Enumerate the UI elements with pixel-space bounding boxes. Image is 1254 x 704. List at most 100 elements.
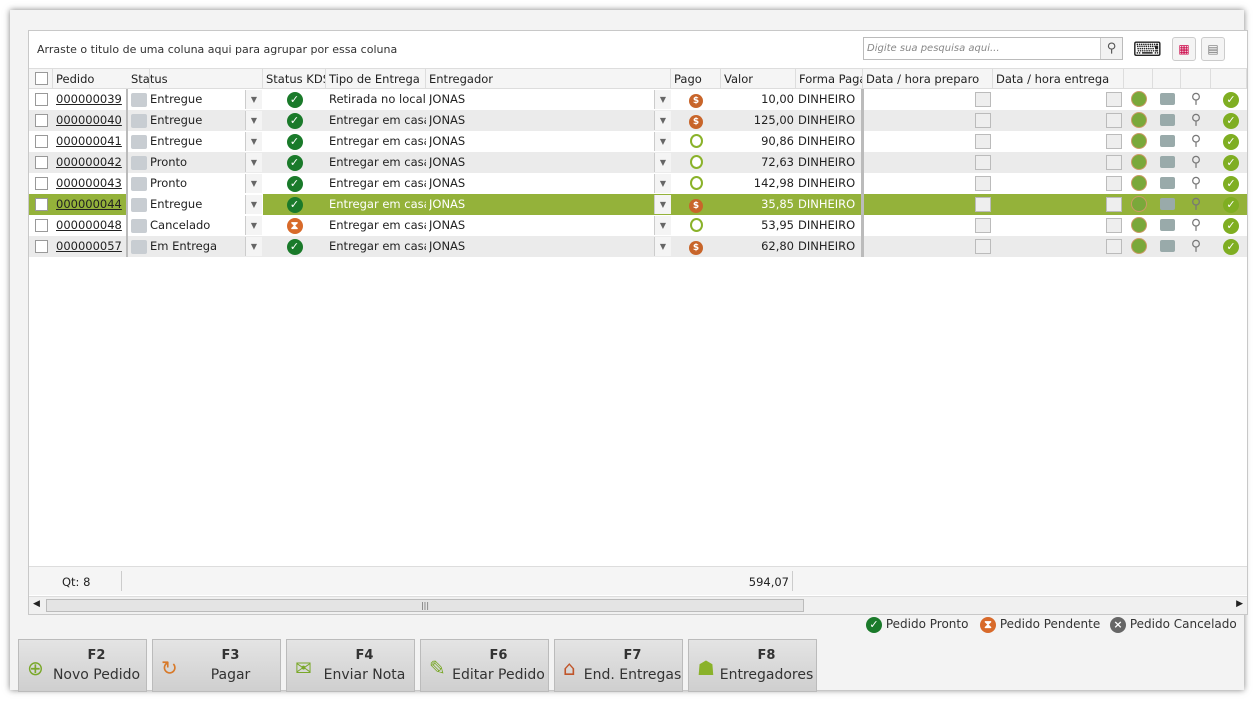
- leaf-icon[interactable]: [1131, 154, 1147, 170]
- icon-column-header[interactable]: [1211, 69, 1247, 89]
- horizontal-scrollbar[interactable]: ◀ ||| ▶: [29, 596, 1247, 614]
- order-link[interactable]: 000000057: [56, 239, 122, 253]
- button-f3[interactable]: ↻ F3 Pagar: [152, 639, 281, 692]
- column-header[interactable]: Valor: [721, 69, 796, 89]
- printer-icon[interactable]: [1159, 240, 1175, 252]
- status-select[interactable]: Entregue ▼: [128, 110, 263, 131]
- status-select[interactable]: Pronto ▼: [128, 173, 263, 194]
- row-checkbox[interactable]: [35, 114, 48, 127]
- row-checkbox[interactable]: [35, 177, 48, 190]
- chevron-down-icon[interactable]: ▼: [245, 111, 262, 130]
- map-person-icon[interactable]: ⚲: [1191, 236, 1201, 257]
- printer-icon[interactable]: [1159, 93, 1175, 105]
- confirm-check-icon[interactable]: ✓: [1223, 176, 1239, 192]
- column-header[interactable]: Data / hora entrega: [993, 69, 1124, 89]
- chevron-down-icon[interactable]: ▼: [245, 237, 262, 256]
- map-person-icon[interactable]: ⚲: [1191, 110, 1201, 131]
- calendar-grid-icon[interactable]: ▦: [1172, 37, 1196, 61]
- row-checkbox[interactable]: [35, 240, 48, 253]
- scrollbar-thumb[interactable]: |||: [46, 599, 804, 612]
- button-f8[interactable]: ☗ F8 Entregadores: [688, 639, 817, 692]
- confirm-check-icon[interactable]: ✓: [1223, 239, 1239, 255]
- map-person-icon[interactable]: ⚲: [1191, 215, 1201, 236]
- map-person-icon[interactable]: ⚲: [1191, 89, 1201, 110]
- button-f6[interactable]: ✎ F6 Editar Pedido: [420, 639, 549, 692]
- status-select[interactable]: Entregue ▼: [128, 131, 263, 152]
- keyboard-icon[interactable]: ⌨: [1133, 39, 1163, 59]
- table-row[interactable]: 000000040 Entregue ▼ ✓ Entregar em casa J…: [29, 110, 1247, 131]
- calendar-icon[interactable]: [975, 92, 991, 107]
- chevron-down-icon[interactable]: ▼: [654, 216, 671, 235]
- calendar-icon[interactable]: [975, 134, 991, 149]
- search-icon[interactable]: ⚲: [1100, 38, 1122, 59]
- map-person-icon[interactable]: ⚲: [1191, 131, 1201, 152]
- calendar-icon[interactable]: [1106, 239, 1122, 254]
- leaf-icon[interactable]: [1131, 133, 1147, 149]
- order-link[interactable]: 000000043: [56, 176, 122, 190]
- courier-select[interactable]: JONAS ▼: [429, 173, 671, 194]
- order-link[interactable]: 000000044: [56, 197, 122, 211]
- row-checkbox[interactable]: [35, 93, 48, 106]
- table-row[interactable]: 000000043 Pronto ▼ ✓ Entregar em casa JON…: [29, 173, 1247, 194]
- row-checkbox[interactable]: [35, 219, 48, 232]
- chevron-down-icon[interactable]: ▼: [245, 174, 262, 193]
- column-header[interactable]: Tipo de Entrega: [326, 69, 426, 89]
- chevron-down-icon[interactable]: ▼: [245, 195, 262, 214]
- table-row[interactable]: 000000044 Entregue ▼ ✓ Entregar em casa J…: [29, 194, 1247, 215]
- icon-column-header[interactable]: [1153, 69, 1181, 89]
- order-link[interactable]: 000000041: [56, 134, 122, 148]
- leaf-icon[interactable]: [1131, 238, 1147, 254]
- status-select[interactable]: Entregue ▼: [128, 89, 263, 110]
- courier-select[interactable]: JONAS ▼: [429, 152, 671, 173]
- courier-select[interactable]: JONAS ▼: [429, 194, 671, 215]
- calendar-icon[interactable]: [975, 113, 991, 128]
- chevron-down-icon[interactable]: ▼: [654, 195, 671, 214]
- map-person-icon[interactable]: ⚲: [1191, 173, 1201, 194]
- column-header[interactable]: Status KDS: [263, 69, 326, 89]
- column-header[interactable]: Entregador: [426, 69, 671, 89]
- confirm-check-icon[interactable]: ✓: [1223, 134, 1239, 150]
- calendar-icon[interactable]: [1106, 155, 1122, 170]
- leaf-icon[interactable]: [1131, 112, 1147, 128]
- calendar-icon[interactable]: [975, 239, 991, 254]
- leaf-icon[interactable]: [1131, 175, 1147, 191]
- table-row[interactable]: 000000039 Entregue ▼ ✓ Retirada no local …: [29, 89, 1247, 110]
- table-row[interactable]: 000000057 Em Entrega ▼ ✓ Entregar em casa…: [29, 236, 1247, 257]
- row-checkbox[interactable]: [35, 135, 48, 148]
- printer-icon[interactable]: [1159, 114, 1175, 126]
- leaf-icon[interactable]: [1131, 196, 1147, 212]
- map-person-icon[interactable]: ⚲: [1191, 194, 1201, 215]
- status-select[interactable]: Em Entrega ▼: [128, 236, 263, 257]
- order-link[interactable]: 000000042: [56, 155, 122, 169]
- printer-icon[interactable]: [1159, 177, 1175, 189]
- calendar-icon[interactable]: [975, 197, 991, 212]
- printer-icon[interactable]: [1159, 135, 1175, 147]
- chevron-down-icon[interactable]: ▼: [654, 111, 671, 130]
- courier-select[interactable]: JONAS ▼: [429, 131, 671, 152]
- confirm-check-icon[interactable]: ✓: [1223, 113, 1239, 129]
- printer-icon[interactable]: [1159, 219, 1175, 231]
- chevron-down-icon[interactable]: ▼: [245, 90, 262, 109]
- status-select[interactable]: Cancelado ▼: [128, 215, 263, 236]
- order-link[interactable]: 000000039: [56, 92, 122, 106]
- table-row[interactable]: 000000041 Entregue ▼ ✓ Entregar em casa J…: [29, 131, 1247, 152]
- chevron-down-icon[interactable]: ▼: [245, 132, 262, 151]
- status-select[interactable]: Pronto ▼: [128, 152, 263, 173]
- chevron-down-icon[interactable]: ▼: [654, 132, 671, 151]
- calendar-icon[interactable]: [1106, 134, 1122, 149]
- confirm-check-icon[interactable]: ✓: [1223, 197, 1239, 213]
- button-f4[interactable]: ✉ F4 Enviar Nota: [286, 639, 415, 692]
- calendar-icon[interactable]: [975, 218, 991, 233]
- courier-select[interactable]: JONAS ▼: [429, 236, 671, 257]
- confirm-check-icon[interactable]: ✓: [1223, 155, 1239, 171]
- courier-select[interactable]: JONAS ▼: [429, 89, 671, 110]
- leaf-icon[interactable]: [1131, 217, 1147, 233]
- order-link[interactable]: 000000048: [56, 218, 122, 232]
- icon-column-header[interactable]: [1181, 69, 1211, 89]
- scroll-left-icon[interactable]: ◀: [33, 599, 40, 609]
- scroll-right-icon[interactable]: ▶: [1236, 599, 1243, 609]
- printer-icon[interactable]: [1159, 156, 1175, 168]
- column-header[interactable]: Forma Paga: [796, 69, 863, 89]
- column-header[interactable]: Pago: [671, 69, 721, 89]
- chevron-down-icon[interactable]: ▼: [654, 90, 671, 109]
